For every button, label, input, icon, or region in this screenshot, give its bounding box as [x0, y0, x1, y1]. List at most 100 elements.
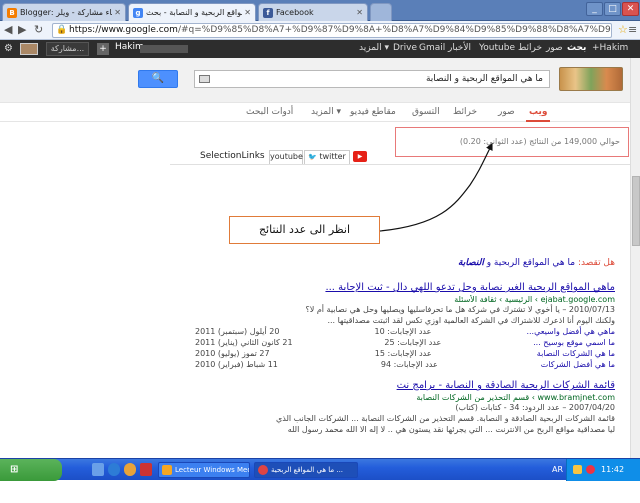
task-chrome[interactable]: ما هي المواقع الربحية ... [254, 462, 358, 478]
tab-twitter[interactable]: 🐦 twitter [304, 150, 350, 164]
task-label: ما هي المواقع الربحية ... [271, 466, 344, 474]
search-header: 🔍 ما هي المواقع الربحية و النصابة [0, 58, 640, 103]
search-tabs: أدوات البحث المزيد ▾ مقاطع فيديو التسوق … [0, 103, 640, 122]
gbar-images[interactable]: صور [546, 43, 563, 53]
selectionlinks-widget: SelectionLinks youtube 🐦 twitter [200, 150, 372, 164]
tab-web[interactable]: ويب [529, 107, 548, 117]
star-icon[interactable]: ☆ [618, 23, 628, 37]
result-item: قائمة الشركات الربحية الصادقة و النصابة … [170, 380, 615, 435]
address-bar-row: ◀ ▶ ↻ 🔒 https://www.google.com/#q=%D9%85… [0, 21, 640, 40]
scrollbar-thumb[interactable] [632, 176, 640, 246]
search-button[interactable]: 🔍 [138, 70, 178, 88]
redacted-name [140, 45, 188, 53]
task-windows-media[interactable]: Lecteur Windows Media [158, 462, 250, 478]
url-path: /#q=%D9%85%D8%A7+%D9%87%D9%8A+%D8%A7%D9%… [177, 25, 611, 35]
result-snippet: 2010/07/13 – يا أخوي لا تشترك في شركة هل… [305, 305, 615, 314]
did-you-mean: هل تقصد: ما هي المواقع الربحية و النصابة [170, 258, 615, 268]
sublink-date: 21 كانون الثاني (يناير) 2011 [195, 338, 293, 347]
search-query: ما هي المواقع الربحية و النصابة [425, 74, 543, 84]
media-player-icon [162, 465, 172, 475]
result-stats: حوالي 149,000 من النتائج (عدد الثواني: 0… [395, 127, 629, 157]
tab-shopping[interactable]: التسوق [412, 107, 440, 117]
gbar-plus[interactable]: +Hakim [592, 43, 628, 53]
maximize-button[interactable]: □ [604, 2, 621, 16]
sublink-title[interactable]: ما هي الشركات النصابة [537, 348, 615, 359]
close-icon[interactable]: ✕ [114, 8, 121, 17]
tab-google-search[interactable]: g ماهي المواقع الربحية و النصابة - بحث G… [128, 3, 256, 21]
media-player-icon[interactable] [124, 463, 136, 476]
annotation-box: انظر الى عدد النتائج [229, 216, 380, 244]
youtube-play-icon[interactable]: ▶ [353, 151, 367, 162]
sublink-title[interactable]: ما اسمي موقع بوسيح ... [533, 337, 615, 348]
gbar-drive[interactable]: Drive [393, 43, 417, 53]
minimize-button[interactable]: _ [586, 2, 603, 16]
show-desktop-icon[interactable] [92, 463, 104, 476]
did-you-mean-link[interactable]: ما هي المواقع الربحية و النصابة [458, 258, 575, 268]
tab-more[interactable]: المزيد ▾ [311, 107, 341, 117]
google-doodle-logo[interactable] [559, 67, 623, 91]
tab-search-tools[interactable]: أدوات البحث [246, 107, 293, 117]
network-icon[interactable] [573, 465, 582, 474]
close-window-button[interactable]: ✕ [622, 2, 639, 16]
url-host: https://www.google.com [69, 25, 178, 35]
google-bar: ⚙ مشاركة... + Hakim المزيد ▾ Drive Gmail… [0, 40, 640, 58]
start-button[interactable]: ⊞ démarrer [0, 459, 63, 497]
google-icon: g [133, 7, 143, 18]
sublink-date: 20 أيلول (سبتمبر) 2011 [195, 327, 280, 336]
gbar-youtube[interactable]: Youtube [479, 43, 515, 53]
menu-icon[interactable]: ≡ [628, 23, 637, 37]
avatar[interactable] [20, 43, 38, 55]
keyboard-icon[interactable] [199, 75, 210, 83]
result-title[interactable]: قائمة الشركات الربحية الصادقة و النصابة … [170, 380, 615, 391]
twitter-icon: 🐦 [308, 153, 317, 161]
result-sublink: ما هي الشركات النصابة عدد الإجابات: 15 2… [195, 348, 615, 359]
search-results: هل تقصد: ما هي المواقع الربحية و النصابة… [170, 258, 615, 458]
sublink-date: 27 تموز (يوليو) 2010 [195, 349, 270, 358]
share-button[interactable]: مشاركة... [46, 42, 89, 56]
did-you-mean-prefix: هل تقصد: [577, 258, 615, 268]
sublink-title[interactable]: ما هي أفضل الشركات [541, 359, 615, 370]
sublink-title[interactable]: ماهي هي أفضل واسيعي... [526, 326, 615, 337]
quicklaunch-icon[interactable] [140, 463, 152, 476]
tab-blogger[interactable]: B Blogger: إنشاء مشاركة - ويلر ✕ [2, 3, 126, 21]
gear-icon[interactable]: ⚙ [4, 43, 13, 54]
blogger-icon: B [7, 7, 17, 18]
twitter-label: twitter [319, 152, 346, 161]
plus-icon[interactable]: + [97, 43, 109, 55]
security-icon[interactable] [586, 465, 595, 474]
did-you-mean-text: ما هي المواقع الربحية و [486, 258, 576, 268]
tab-facebook[interactable]: f Facebook ✕ [258, 3, 368, 21]
close-icon[interactable]: ✕ [356, 8, 363, 17]
url-field[interactable]: 🔒 https://www.google.com/#q=%D9%85%D8%A7… [52, 23, 612, 38]
clock[interactable]: 11:42 [601, 459, 624, 481]
forward-icon[interactable]: ▶ [18, 23, 26, 37]
tab-label: ماهي المواقع الربحية و النصابة - بحث Goo… [146, 8, 242, 17]
result-url[interactable]: www.bramjnet.com › قسم التحذير من الشركا… [170, 393, 615, 402]
internet-explorer-icon[interactable] [108, 463, 120, 476]
back-icon[interactable]: ◀ [4, 23, 12, 37]
browser-tab-strip: B Blogger: إنشاء مشاركة - ويلر ✕ g ماهي … [0, 0, 640, 21]
gbar-search[interactable]: بحث [567, 43, 586, 53]
new-tab-button[interactable] [370, 3, 392, 21]
search-icon: 🔍 [151, 73, 165, 84]
tab-youtube[interactable]: youtube [269, 150, 303, 164]
result-snippet: 2007/04/20 – عدد الردود: 34 - كتابات (كت… [455, 403, 615, 412]
chrome-icon [258, 465, 268, 475]
gbar-more[interactable]: المزيد ▾ [359, 43, 389, 53]
page-scrollbar[interactable] [630, 58, 640, 458]
search-input[interactable]: ما هي المواقع الربحية و النصابة [194, 70, 550, 88]
sublink-meta: عدد الإجابات: 25 [384, 338, 442, 347]
tab-images[interactable]: صور [498, 107, 515, 117]
tab-maps[interactable]: خرائط [453, 107, 477, 117]
windows-taskbar: ⊞ démarrer Lecteur Windows Media ما هي ا… [0, 458, 640, 497]
gbar-maps[interactable]: خرائط [518, 43, 542, 53]
gbar-news[interactable]: الأخبار [448, 43, 471, 53]
reload-icon[interactable]: ↻ [34, 23, 43, 37]
sublink-date: 11 شباط (فبراير) 2010 [195, 360, 278, 369]
close-icon[interactable]: ✕ [244, 8, 251, 17]
result-title[interactable]: ماهي المواقع الربحية الغير نصابة وحل تدع… [170, 282, 615, 293]
tab-videos[interactable]: مقاطع فيديو [350, 107, 396, 117]
gbar-gmail[interactable]: Gmail [419, 43, 445, 53]
result-url[interactable]: ejabat.google.com › الرئيسية › ثقافة الأ… [170, 295, 615, 304]
language-indicator[interactable]: AR [552, 459, 563, 481]
